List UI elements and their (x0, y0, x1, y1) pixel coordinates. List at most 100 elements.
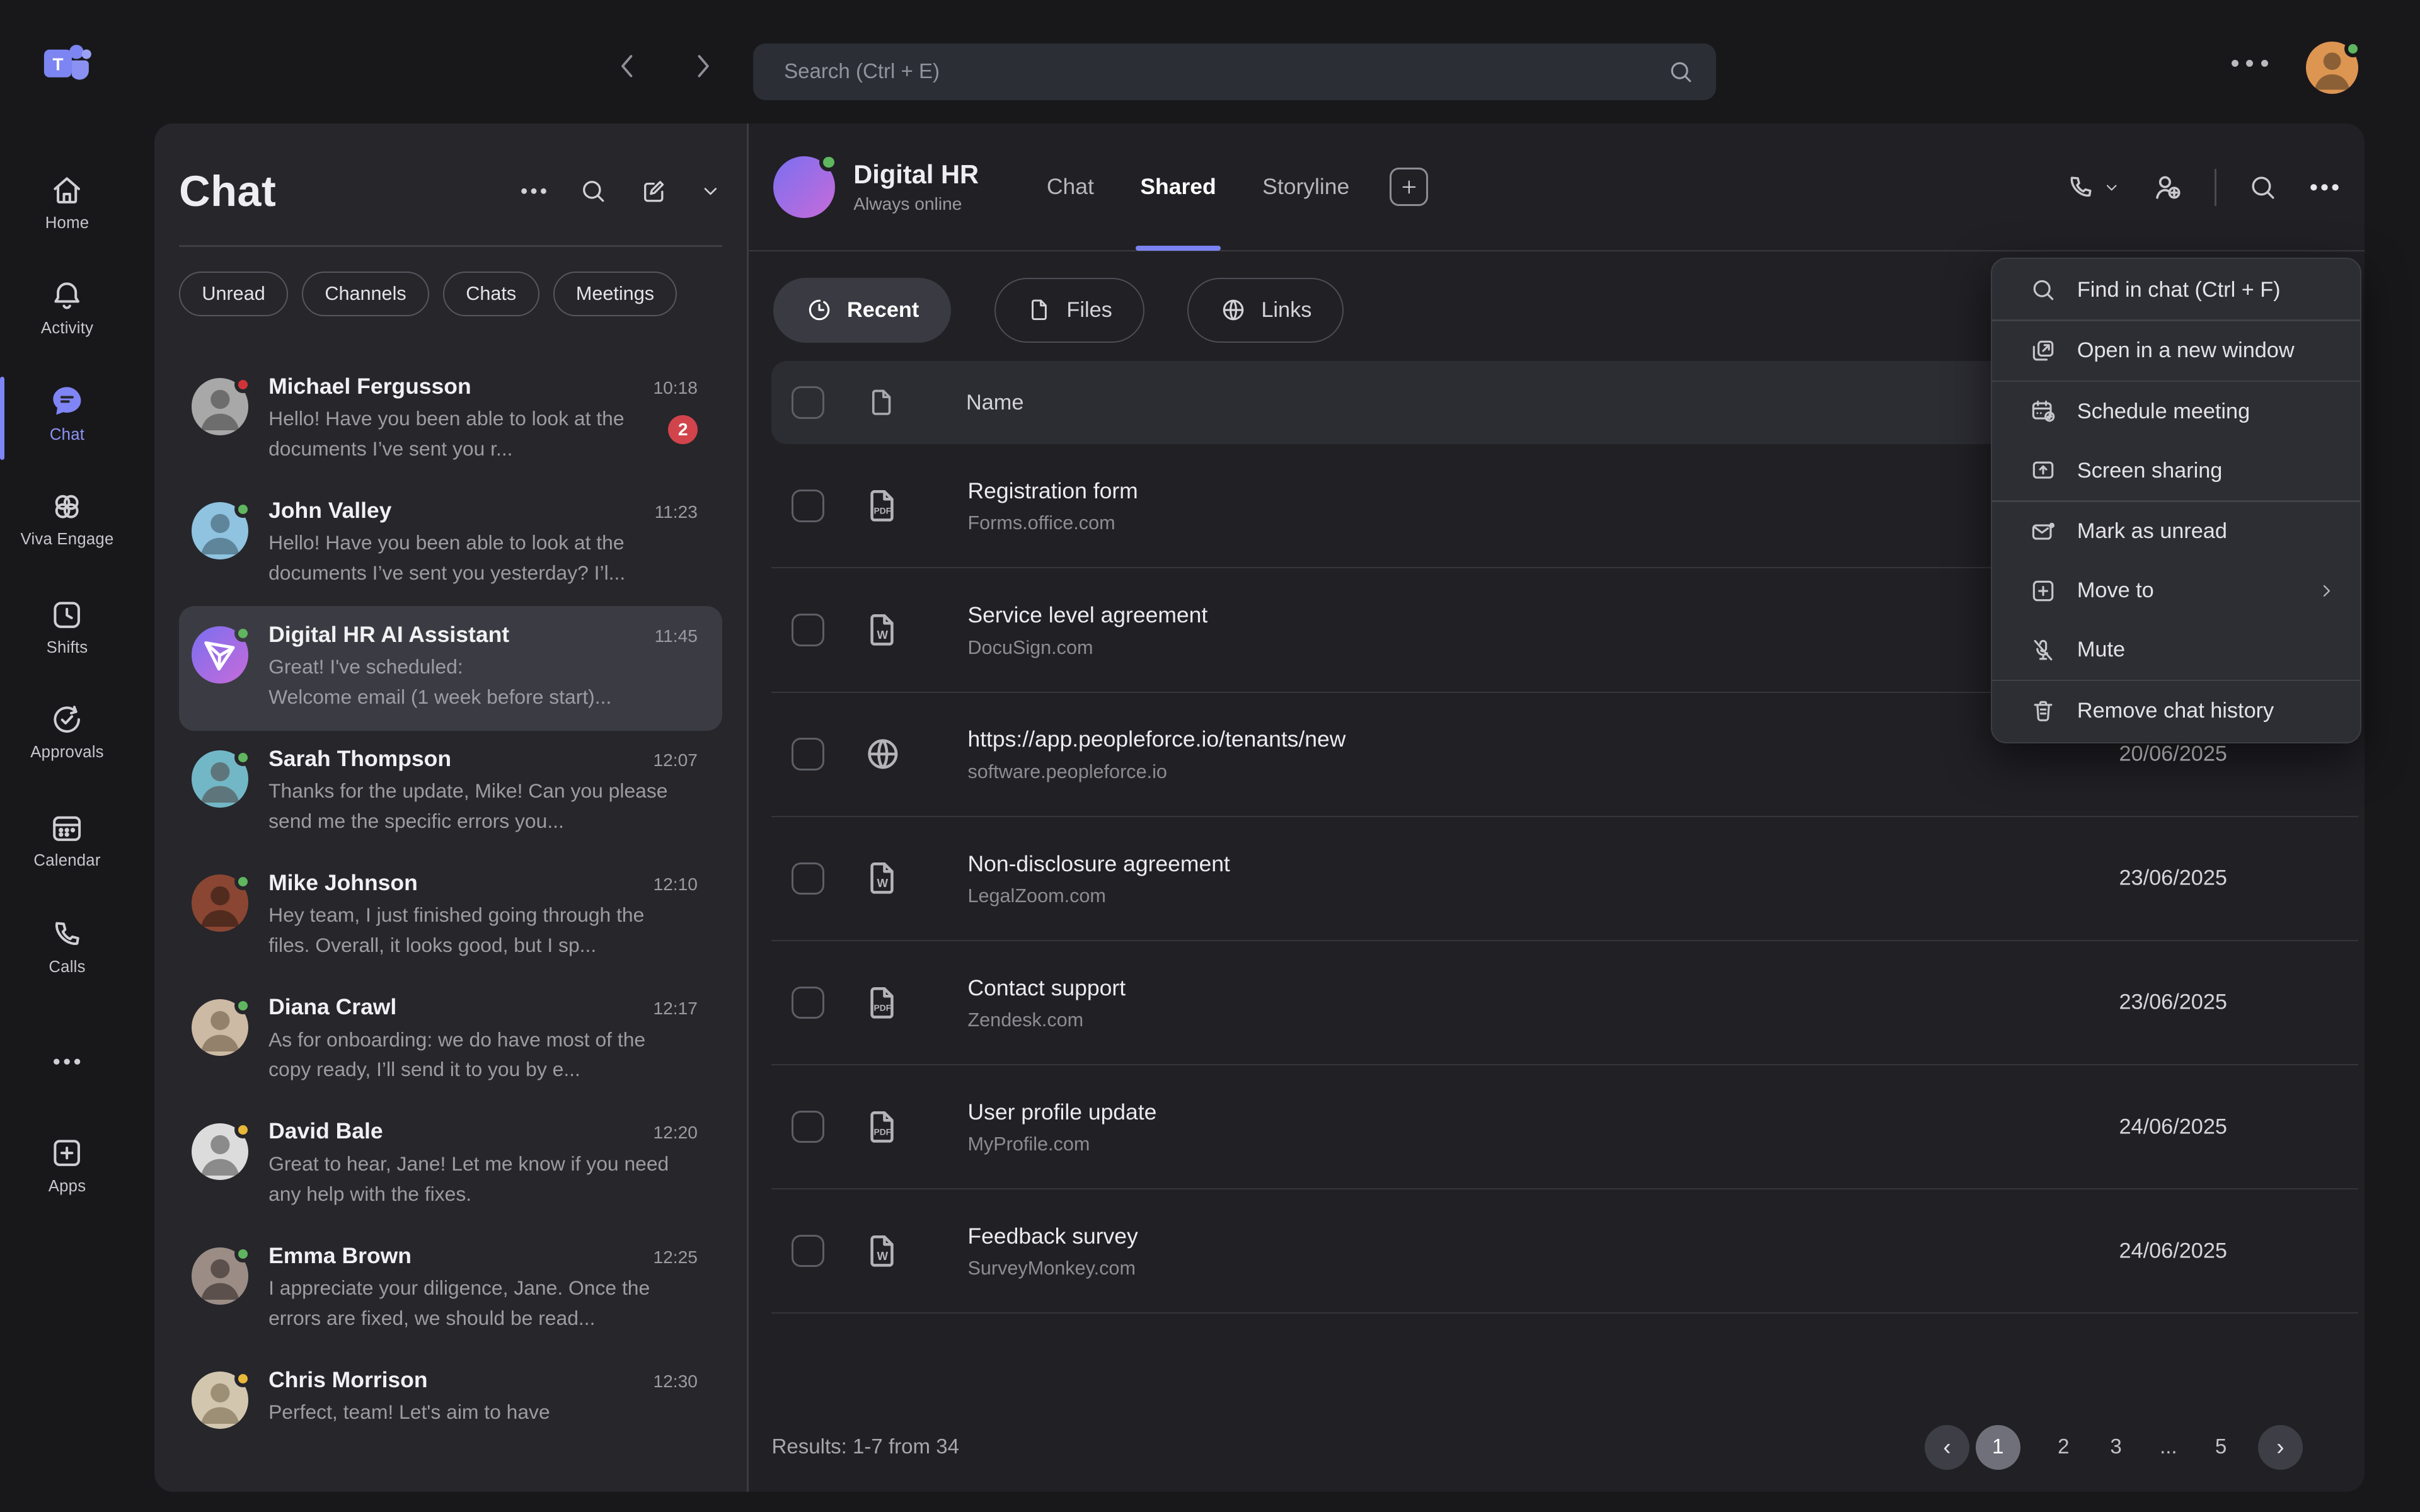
conversation-item[interactable]: Sarah Thompson 12:07 Thanks for the upda… (179, 731, 722, 855)
conversation-item[interactable]: Diana Crawl 12:17 As for onboarding: we … (179, 979, 722, 1103)
filter-chip-chats[interactable]: Chats (443, 272, 539, 316)
peer-status: Always online (853, 194, 979, 214)
rail-item-approvals[interactable]: Approvals (0, 702, 134, 762)
rail-item-chat[interactable]: Chat (0, 382, 134, 444)
conversation-item-selected[interactable]: Digital HR AI Assistant 11:45 Great! I'v… (179, 606, 722, 730)
calendar-icon (49, 810, 84, 845)
table-row[interactable]: PDF Contact support Zendesk.com 23/06/20… (771, 941, 2358, 1065)
menu-item-move-to[interactable]: Move to (1992, 561, 2360, 621)
row-checkbox[interactable] (792, 862, 824, 895)
conversation-item[interactable]: John Valley 11:23 Hello! Have you been a… (179, 482, 722, 606)
next-page-button[interactable]: › (2258, 1425, 2303, 1470)
menu-item-mute[interactable]: Mute (1992, 621, 2360, 680)
link-source: software.peopleforce.io (967, 761, 1345, 783)
select-all-checkbox[interactable] (792, 386, 824, 418)
word-file-icon: W (863, 1231, 903, 1271)
pagination: ‹ 1 2 3 ... 5 › (1925, 1425, 2303, 1470)
prev-page-button[interactable]: ‹ (1925, 1425, 1969, 1470)
conversation-time: 12:10 (641, 874, 698, 895)
svg-text:W: W (877, 1249, 888, 1263)
peer-name: Digital HR (853, 159, 979, 190)
active-rail-indicator (0, 377, 4, 460)
rail-item-viva-engage[interactable]: Viva Engage (0, 489, 134, 549)
search-input[interactable] (784, 60, 1667, 84)
more-icon (2309, 183, 2340, 192)
menu-item-mark-as-unread[interactable]: Mark as unread (1992, 502, 2360, 561)
call-button[interactable] (2065, 172, 2121, 203)
row-checkbox[interactable] (792, 614, 824, 646)
menu-item-remove-chat-history[interactable]: Remove chat history (1992, 681, 2360, 740)
search-icon (1667, 58, 1695, 86)
rail-item-label: Shifts (47, 639, 88, 657)
tab-storyline[interactable]: Storyline (1262, 123, 1349, 251)
menu-item-label: Open in a new window (2077, 338, 2295, 363)
row-checkbox[interactable] (792, 738, 824, 770)
filter-chip-channels[interactable]: Channels (302, 272, 429, 316)
menu-item-screen-sharing[interactable]: Screen sharing (1992, 441, 2360, 500)
tab-shared[interactable]: Shared (1140, 123, 1216, 251)
chevron-down-icon[interactable] (699, 180, 722, 203)
page-2-button[interactable]: 2 (2037, 1435, 2090, 1459)
rail-item-activity[interactable]: Activity (0, 278, 134, 338)
rail-item-calendar[interactable]: Calendar (0, 810, 134, 870)
rail-item-more[interactable] (0, 1054, 134, 1069)
table-row[interactable]: W Feedback survey SurveyMonkey.com 24/06… (771, 1189, 2358, 1314)
page-1-button[interactable]: 1 (1976, 1425, 2020, 1470)
menu-item-find-in-chat[interactable]: Find in chat (Ctrl + F) (1992, 260, 2360, 319)
file-title: Contact support (967, 975, 1126, 1000)
view-filter-recent[interactable]: Recent (773, 278, 951, 343)
teams-logo-icon[interactable]: T (0, 40, 134, 84)
title-bar (0, 0, 2420, 123)
nav-back-button[interactable] (611, 49, 645, 83)
filter-chip-unread[interactable]: Unread (179, 272, 288, 316)
global-search-bar[interactable] (753, 43, 1716, 101)
file-date: 24/06/2025 (2119, 1239, 2273, 1263)
rail-item-calls[interactable]: Calls (0, 917, 134, 976)
conversation-item[interactable]: Michael Fergusson 10:18 Hello! Have you … (179, 358, 722, 482)
row-checkbox[interactable] (792, 1235, 824, 1267)
rail-item-label: Calls (49, 958, 85, 976)
conversation-item[interactable]: Mike Johnson 12:10 Hey team, I just fini… (179, 855, 722, 979)
conversation-preview: Great to hear, Jane! Let me know if you … (268, 1149, 698, 1210)
conversation-item[interactable]: Chris Morrison 12:30 Perfect, team! Let'… (179, 1351, 722, 1475)
titlebar-more-icon[interactable] (2232, 55, 2278, 71)
conversation-name: Emma Brown (268, 1243, 412, 1269)
find-in-chat-button[interactable] (2247, 172, 2278, 203)
menu-item-label: Remove chat history (2077, 699, 2274, 723)
file-title: Feedback survey (967, 1223, 1138, 1249)
conversation-time: 12:17 (641, 999, 698, 1019)
trash-icon (2029, 697, 2057, 724)
presence-available-dot (234, 997, 251, 1014)
new-chat-icon[interactable] (639, 176, 669, 206)
table-row[interactable]: PDF User profile update MyProfile.com 24… (771, 1065, 2358, 1189)
tab-chat[interactable]: Chat (1047, 123, 1094, 251)
filter-chip-meetings[interactable]: Meetings (553, 272, 677, 316)
rail-item-home[interactable]: Home (0, 173, 134, 232)
conversation-item[interactable]: David Bale 12:20 Great to hear, Jane! Le… (179, 1103, 722, 1227)
row-checkbox[interactable] (792, 490, 824, 522)
page-ellipsis: ... (2142, 1435, 2194, 1459)
view-filter-files[interactable]: Files (994, 278, 1144, 343)
chat-more-icon[interactable] (520, 186, 548, 196)
nav-forward-button[interactable] (685, 49, 719, 83)
chat-options-button[interactable] (2309, 183, 2340, 192)
user-avatar[interactable] (2306, 42, 2358, 94)
conversation-item[interactable]: Emma Brown 12:25 I appreciate your dilig… (179, 1227, 722, 1351)
table-row[interactable]: W Non-disclosure agreement LegalZoom.com… (771, 817, 2358, 941)
rail-item-apps[interactable]: Apps (0, 1135, 134, 1195)
row-checkbox[interactable] (792, 987, 824, 1019)
page-5-button[interactable]: 5 (2194, 1435, 2247, 1459)
menu-item-schedule-meeting[interactable]: Schedule meeting (1992, 382, 2360, 441)
menu-item-label: Schedule meeting (2077, 399, 2250, 424)
view-filter-links[interactable]: Links (1187, 278, 1344, 343)
file-date: 24/06/2025 (2119, 1114, 2273, 1139)
approvals-icon (49, 702, 84, 737)
page-3-button[interactable]: 3 (2090, 1435, 2142, 1459)
menu-item-open-new-window[interactable]: Open in a new window (1992, 321, 2360, 381)
add-tab-button[interactable] (1390, 168, 1428, 206)
row-checkbox[interactable] (792, 1111, 824, 1143)
add-people-button[interactable] (2152, 171, 2184, 203)
chat-search-icon[interactable] (579, 176, 608, 206)
rail-item-shifts[interactable]: Shifts (0, 597, 134, 657)
chevron-down-icon (2102, 178, 2121, 197)
